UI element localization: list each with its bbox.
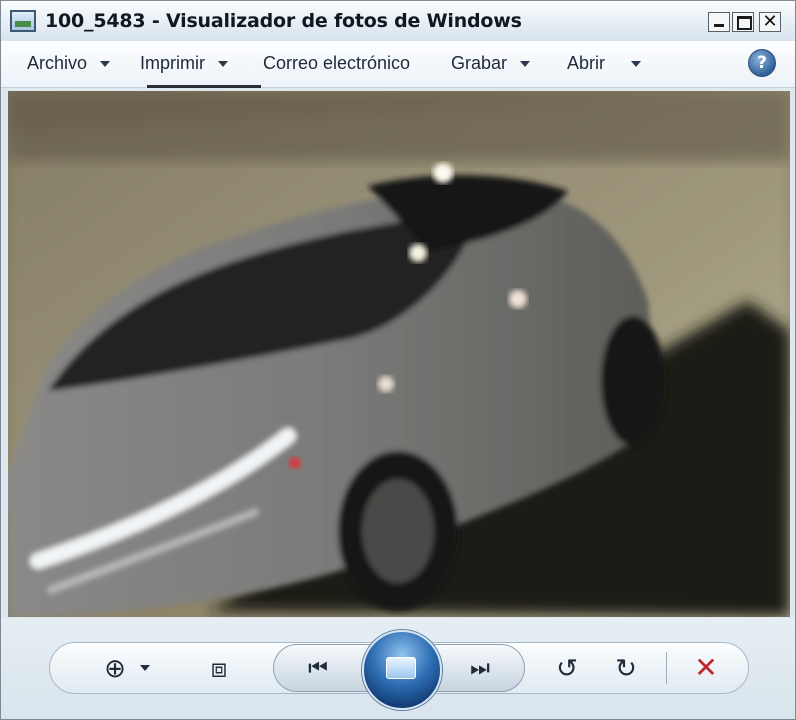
menu-imprimir-label: Imprimir — [140, 53, 205, 73]
help-icon[interactable]: ? — [748, 49, 776, 77]
light-reflection — [433, 163, 453, 183]
menu-grabar[interactable]: Grabar — [451, 53, 531, 75]
actual-size-icon[interactable]: ⧈ — [201, 654, 237, 684]
light-reflection — [409, 244, 427, 262]
zoom-icon[interactable]: ⊕ — [97, 654, 133, 684]
bottom-toolbar: ⊕ ⧈ ⏮ ⏭ ↺ ↻ ✕ — [1, 618, 795, 719]
menu-correo-label: Correo electrónico — [263, 53, 411, 73]
side-marker-light — [289, 457, 301, 469]
menu-abrir[interactable]: Abrir — [567, 53, 642, 75]
delete-icon[interactable]: ✕ — [688, 653, 724, 683]
previous-icon[interactable]: ⏮ — [295, 654, 341, 684]
menu-correo-electronico[interactable]: Correo electrónico — [263, 53, 410, 75]
minimize-button[interactable] — [708, 12, 730, 32]
rotate-clockwise-icon[interactable]: ↻ — [608, 654, 644, 684]
menu-active-indicator — [147, 85, 261, 88]
chevron-down-icon — [631, 61, 642, 68]
photo-image — [8, 91, 790, 617]
photo-display[interactable] — [8, 91, 790, 617]
menu-imprimir[interactable]: Imprimir — [140, 53, 228, 75]
menu-abrir-label: Abrir — [567, 53, 606, 73]
menu-grabar-label: Grabar — [451, 53, 508, 73]
chevron-down-icon — [100, 61, 111, 68]
slideshow-icon — [386, 657, 416, 679]
maximize-button[interactable] — [732, 12, 754, 32]
menu-bar: Archivo Imprimir Correo electrónico Grab… — [1, 41, 795, 88]
chevron-down-icon — [218, 61, 228, 68]
light-reflection — [509, 290, 527, 308]
toolbar-divider — [666, 652, 667, 684]
chevron-down-icon — [520, 61, 531, 68]
ceiling-shadow — [8, 91, 790, 161]
menu-archivo-label: Archivo — [27, 53, 88, 73]
light-reflection — [378, 376, 394, 392]
slideshow-button[interactable] — [362, 630, 442, 710]
chevron-down-icon[interactable] — [140, 665, 150, 671]
rotate-counterclockwise-icon[interactable]: ↺ — [549, 654, 585, 684]
close-window-button[interactable]: ✕ — [759, 12, 781, 32]
next-icon[interactable]: ⏭ — [457, 654, 503, 684]
title-bar: 100_5483 - Visualizador de fotos de Wind… — [1, 1, 795, 42]
photo-viewer-app-icon[interactable] — [10, 10, 36, 32]
window-title: 100_5483 - Visualizador de fotos de Wind… — [45, 10, 522, 32]
photo-viewer-window: 100_5483 - Visualizador de fotos de Wind… — [0, 0, 796, 720]
menu-archivo[interactable]: Archivo — [27, 53, 111, 75]
